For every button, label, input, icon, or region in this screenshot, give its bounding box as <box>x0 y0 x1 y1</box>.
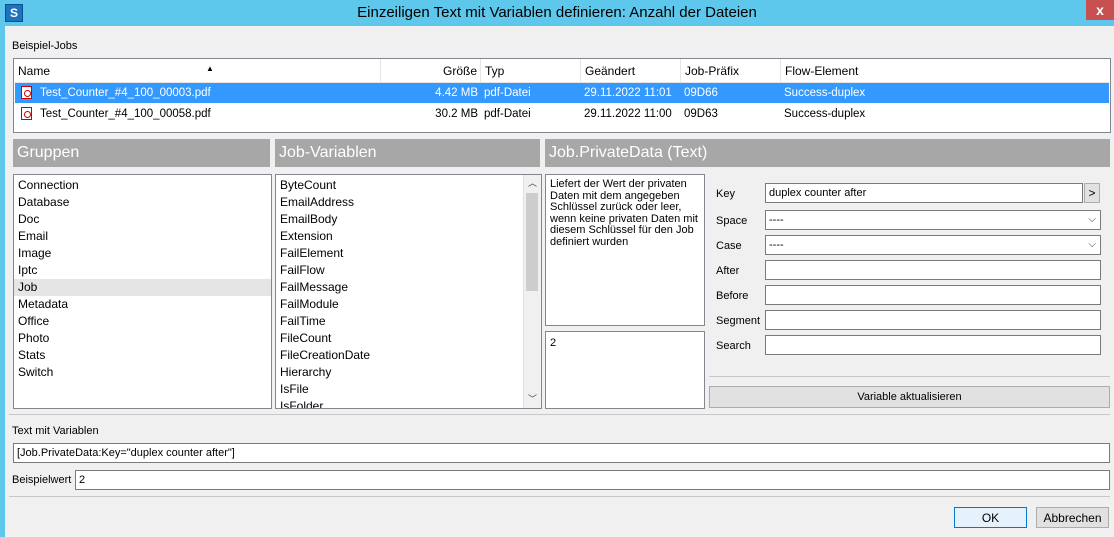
list-item[interactable]: Extension <box>276 228 541 245</box>
segment-label: Segment <box>716 315 761 327</box>
sample-value-label: Beispielwert <box>12 474 72 486</box>
vertical-scrollbar[interactable]: ︿ ﹀ <box>523 175 541 408</box>
after-input[interactable] <box>765 260 1101 280</box>
row-name: Test_Counter_#4_100_00003.pdf <box>40 87 211 99</box>
key-label: Key <box>716 188 735 200</box>
space-label: Space <box>716 215 748 227</box>
groups-list[interactable]: Connection Database Doc Email Image Iptc… <box>13 174 272 409</box>
sort-ascending-icon: ▲ <box>206 64 214 73</box>
ok-button[interactable]: OK <box>954 507 1027 528</box>
divider <box>9 496 1110 497</box>
list-item[interactable]: Image <box>14 245 271 262</box>
column-header-modified[interactable]: Geändert <box>581 59 681 82</box>
pdf-file-icon <box>21 107 32 120</box>
list-item[interactable]: Doc <box>14 211 271 228</box>
window-border <box>0 26 5 537</box>
row-flow-element: Success-duplex <box>784 87 866 99</box>
list-item[interactable]: Switch <box>14 364 271 381</box>
column-header-flow-element[interactable]: Flow-Element <box>781 59 1110 82</box>
list-item[interactable]: Hierarchy <box>276 364 541 381</box>
segment-input[interactable] <box>765 310 1101 330</box>
search-label: Search <box>716 340 751 352</box>
column-header-prefix[interactable]: Job-Präfix <box>681 59 781 82</box>
list-item[interactable]: Metadata <box>14 296 271 313</box>
table-row[interactable]: Test_Counter_#4_100_00058.pdf 30.2 MB pd… <box>15 104 1109 124</box>
search-input[interactable] <box>765 335 1101 355</box>
update-variable-button[interactable]: Variable aktualisieren <box>709 386 1110 408</box>
row-type: pdf-Datei <box>484 87 531 99</box>
list-item[interactable]: FailFlow <box>276 262 541 279</box>
preview-box: 2 <box>545 331 705 409</box>
list-item[interactable]: ByteCount <box>276 177 541 194</box>
scroll-thumb[interactable] <box>526 193 538 291</box>
row-prefix: 09D63 <box>684 108 718 120</box>
list-item[interactable]: EmailAddress <box>276 194 541 211</box>
list-item[interactable]: Photo <box>14 330 271 347</box>
row-modified: 29.11.2022 11:01 <box>584 87 672 99</box>
jobs-section-label: Beispiel-Jobs <box>12 40 78 52</box>
column-header-name[interactable]: ▲ Name <box>14 59 381 82</box>
column-header-size[interactable]: Größe <box>381 59 481 82</box>
description-box: Liefert der Wert der privaten Daten mit … <box>545 174 705 326</box>
before-label: Before <box>716 290 749 302</box>
groups-header: Gruppen <box>13 139 270 167</box>
pdf-file-icon <box>21 86 32 99</box>
row-prefix: 09D66 <box>684 87 718 99</box>
case-selected-value: ---- <box>769 239 784 251</box>
list-item[interactable]: Database <box>14 194 271 211</box>
case-select[interactable]: ---- ⌵ <box>765 235 1101 255</box>
row-flow-element: Success-duplex <box>784 108 866 120</box>
list-item[interactable]: Iptc <box>14 262 271 279</box>
list-item[interactable]: IsFile <box>276 381 541 398</box>
space-select[interactable]: ---- ⌵ <box>765 210 1101 230</box>
list-item[interactable]: FailTime <box>276 313 541 330</box>
table-row[interactable]: Test_Counter_#4_100_00003.pdf 4.42 MB pd… <box>15 83 1109 103</box>
text-with-variables-input[interactable]: [Job.PrivateData:Key="duplex counter aft… <box>13 443 1110 463</box>
text-with-variables-label: Text mit Variablen <box>12 425 99 437</box>
key-input[interactable]: duplex counter after <box>765 183 1083 203</box>
title-bar: S Einzeiligen Text mit Variablen definie… <box>0 0 1114 26</box>
jobs-table-header: ▲ Name Größe Typ Geändert Job-Präfix Flo… <box>14 59 1110 83</box>
row-size: 4.42 MB <box>435 87 478 99</box>
cancel-button[interactable]: Abbrechen <box>1036 507 1109 528</box>
list-item[interactable]: FailMessage <box>276 279 541 296</box>
scroll-down-icon[interactable]: ﹀ <box>524 391 541 408</box>
detail-header: Job.PrivateData (Text) <box>545 139 1110 167</box>
divider <box>9 414 1110 415</box>
list-item[interactable]: FailElement <box>276 245 541 262</box>
chevron-down-icon: ⌵ <box>1088 214 1096 225</box>
row-type: pdf-Datei <box>484 108 531 120</box>
list-item[interactable]: Stats <box>14 347 271 364</box>
window-title: Einzeiligen Text mit Variablen definiere… <box>357 4 757 21</box>
list-item[interactable]: EmailBody <box>276 211 541 228</box>
list-item[interactable]: Office <box>14 313 271 330</box>
description-text: Liefert der Wert der privaten Daten mit … <box>550 178 698 248</box>
list-item-selected[interactable]: Job <box>14 279 271 296</box>
before-input[interactable] <box>765 285 1101 305</box>
list-item[interactable]: FileCreationDate <box>276 347 541 364</box>
row-name: Test_Counter_#4_100_00058.pdf <box>40 108 211 120</box>
list-item[interactable]: IsFolder <box>276 398 541 408</box>
row-size: 30.2 MB <box>435 108 478 120</box>
key-insert-button[interactable]: > <box>1084 183 1100 203</box>
divider <box>709 376 1110 377</box>
list-item[interactable]: FailModule <box>276 296 541 313</box>
list-item[interactable]: Connection <box>14 177 271 194</box>
scroll-up-icon[interactable]: ︿ <box>524 175 541 192</box>
close-button[interactable]: x <box>1086 0 1114 20</box>
jobs-table[interactable]: ▲ Name Größe Typ Geändert Job-Präfix Flo… <box>13 58 1111 133</box>
job-variables-header: Job-Variablen <box>275 139 540 167</box>
sample-value-field: 2 <box>75 470 1110 490</box>
list-item[interactable]: FileCount <box>276 330 541 347</box>
space-selected-value: ---- <box>769 214 784 226</box>
column-header-type[interactable]: Typ <box>481 59 581 82</box>
preview-value: 2 <box>550 337 557 349</box>
row-modified: 29.11.2022 11:00 <box>584 108 672 120</box>
job-variables-list[interactable]: ByteCount EmailAddress EmailBody Extensi… <box>275 174 542 409</box>
case-label: Case <box>716 240 742 252</box>
chevron-down-icon: ⌵ <box>1088 239 1096 250</box>
list-item[interactable]: Email <box>14 228 271 245</box>
after-label: After <box>716 265 740 277</box>
